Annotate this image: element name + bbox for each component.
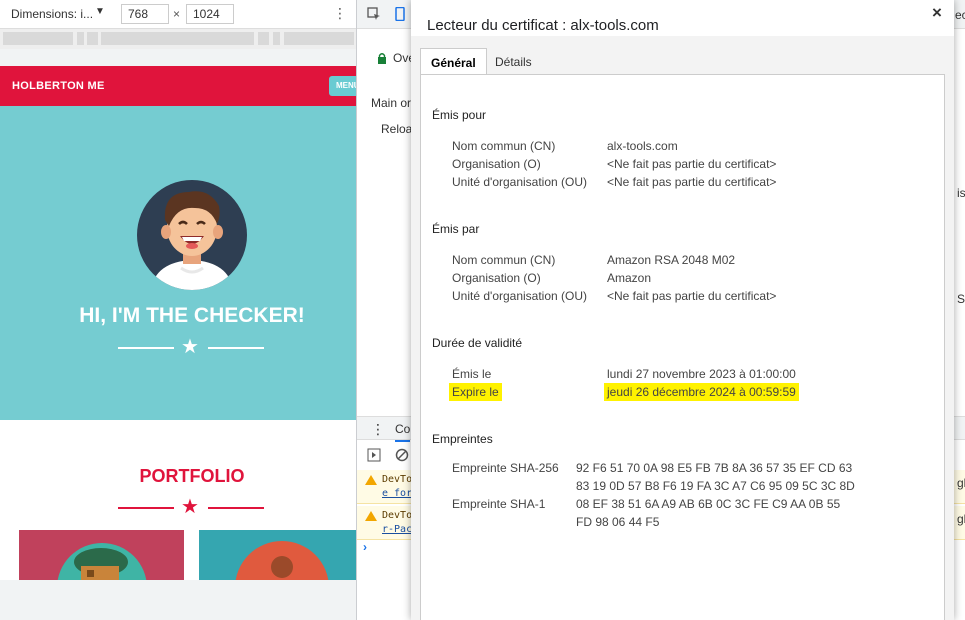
warning-source-link[interactable]: r-Pac: [382, 524, 412, 535]
reload-link[interactable]: Reloa: [381, 122, 412, 136]
clipped-text: is: [957, 186, 965, 200]
avatar: [137, 180, 247, 290]
validity-heading: Durée de validité: [432, 336, 523, 350]
checker-avatar-illustration: [151, 191, 233, 290]
field-value: <Ne fait pas partie du certificat>: [607, 157, 777, 171]
chevron-down-icon[interactable]: ▼: [95, 6, 105, 17]
hero-title: HI, I'M THE CHECKER!: [79, 304, 305, 327]
issued-date-label: Émis le: [452, 367, 492, 381]
tab-details[interactable]: Détails: [485, 48, 542, 74]
sha256-label: Empreinte SHA-256: [452, 461, 559, 475]
dimension-separator: ×: [173, 7, 181, 21]
general-panel: Émis pour Nom commun (CN) alx-tools.com …: [420, 74, 945, 620]
dimensions-select[interactable]: Dimensions: i...: [11, 7, 93, 21]
warning-icon: [365, 475, 377, 485]
clipped-text: ec: [955, 8, 965, 22]
dialog-title: Lecteur du certificat : alx-tools.com: [427, 17, 659, 34]
field-value: alx-tools.com: [607, 139, 678, 153]
star-icon: ★: [181, 496, 199, 518]
lock-icon: [378, 53, 386, 64]
kebab-menu-icon[interactable]: ⋮: [333, 5, 347, 22]
warning-text: DevTo: [382, 474, 413, 485]
site-brand[interactable]: HOLBERTON ME: [12, 80, 105, 92]
expiry-date-value: jeudi 26 décembre 2024 à 00:59:59: [604, 383, 799, 401]
issued-date-value: lundi 27 novembre 2023 à 01:00:00: [607, 367, 796, 381]
portfolio-card[interactable]: [19, 530, 184, 580]
kebab-menu-icon[interactable]: ⋮: [371, 421, 385, 438]
media-query-ruler[interactable]: [0, 29, 356, 49]
warning-source-link[interactable]: e for: [382, 488, 412, 499]
clipped-text: S: [957, 292, 965, 306]
clear-console-icon[interactable]: [395, 448, 409, 462]
portfolio-card[interactable]: [199, 530, 356, 580]
field-label: Organisation (O): [452, 271, 541, 285]
fingerprints-heading: Empreintes: [432, 432, 493, 446]
emulated-viewport: HOLBERTON ME MENU HI, I'M THE CHECKER!: [0, 66, 356, 580]
warning-text: DevTo: [382, 510, 413, 521]
sha256-value: 92 F6 51 70 0A 98 E5 FB 7B 8A 36 57 35 E…: [576, 461, 855, 493]
hero-section: HI, I'M THE CHECKER! ★: [0, 106, 356, 420]
expiry-date-label: Expire le: [449, 383, 502, 401]
clipped-text: gh: [957, 476, 965, 490]
issued-to-heading: Émis pour: [432, 108, 487, 122]
security-overview-panel: Ove: [360, 33, 415, 79]
portfolio-illustration: [235, 541, 329, 580]
device-toolbar-icon[interactable]: [393, 7, 407, 21]
site-navbar: HOLBERTON ME MENU: [0, 66, 356, 106]
field-label: Nom commun (CN): [452, 253, 556, 267]
close-icon[interactable]: ×: [932, 3, 942, 23]
field-value: <Ne fait pas partie du certificat>: [607, 289, 777, 303]
star-icon: ★: [181, 336, 199, 358]
clipped-text: gh: [957, 512, 965, 526]
main-origin-label: Main or: [371, 96, 412, 110]
console-prompt-chevron-icon[interactable]: ›: [363, 540, 367, 554]
tab-general[interactable]: Général: [420, 48, 487, 74]
sha1-value: 08 EF 38 51 6A A9 AB 6B 0C 3C FE C9 AA 0…: [576, 497, 841, 529]
inspect-element-icon[interactable]: [367, 7, 381, 21]
sidebar-toggle-icon[interactable]: [367, 448, 381, 462]
field-label: Unité d'organisation (OU): [452, 175, 588, 189]
dialog-header: Lecteur du certificat : alx-tools.com ×: [411, 0, 954, 36]
field-value: Amazon RSA 2048 M02: [607, 253, 736, 267]
viewport-bottom-area: [0, 580, 356, 620]
field-label: Organisation (O): [452, 157, 541, 171]
field-value: Amazon: [607, 271, 652, 285]
certificate-viewer-dialog: Lecteur du certificat : alx-tools.com × …: [411, 0, 954, 620]
device-toolbar: Dimensions: i... ▼ × ⋮: [0, 0, 356, 29]
dialog-body: Général Détails Émis pour Nom commun (CN…: [411, 36, 954, 620]
field-label: Nom commun (CN): [452, 139, 556, 153]
highlighted-text: Expire le: [449, 383, 502, 401]
issued-by-heading: Émis par: [432, 222, 480, 236]
hero-divider: ★: [118, 336, 268, 358]
portfolio-heading: PORTFOLIO: [139, 466, 245, 486]
viewport-height-input[interactable]: [186, 4, 234, 24]
sha1-label: Empreinte SHA-1: [452, 497, 546, 511]
viewport-width-input[interactable]: [121, 4, 169, 24]
portfolio-divider: ★: [118, 496, 268, 518]
highlighted-text: jeudi 26 décembre 2024 à 00:59:59: [604, 383, 799, 401]
house-illustration: [57, 543, 147, 580]
menu-button[interactable]: MENU: [329, 76, 356, 96]
warning-icon: [365, 511, 377, 521]
field-label: Unité d'organisation (OU): [452, 289, 588, 303]
field-value: <Ne fait pas partie du certificat>: [607, 175, 777, 189]
console-tab[interactable]: Co: [395, 422, 411, 442]
